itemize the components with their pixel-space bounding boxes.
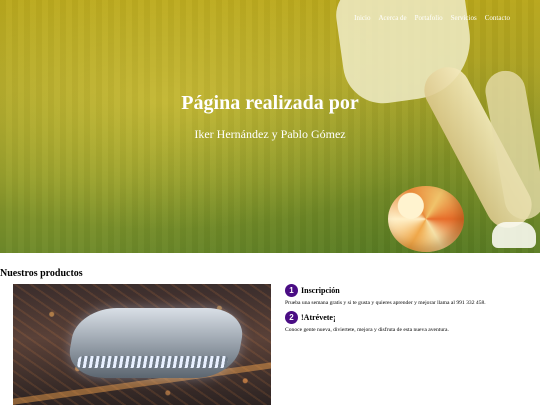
step-description: Prueba una semana gratis y si te gusta y… <box>285 300 486 306</box>
nav-link-contacto[interactable]: Contacto <box>485 14 510 22</box>
step-item: 2 !Atrévete¡ Conoce gente nueva, diviert… <box>285 311 535 333</box>
step-item: 1 Inscripción Prueba una semana gratis y… <box>285 284 535 306</box>
step-title: !Atrévete¡ <box>301 313 336 322</box>
top-navigation: Inicio Acerca de Portafolio Servicios Co… <box>354 14 510 22</box>
hero-title: Página realizada por <box>181 92 359 114</box>
nav-link-servicios[interactable]: Servicios <box>451 14 477 22</box>
stadium-image <box>13 284 271 405</box>
product-steps: 1 Inscripción Prueba una semana gratis y… <box>285 284 535 333</box>
step-number-badge: 2 <box>285 311 298 324</box>
nav-link-portafolio[interactable]: Portafolio <box>415 14 443 22</box>
step-header: 1 Inscripción <box>285 284 535 297</box>
step-description: Conoce gente nueva, diviertete, mejora y… <box>285 327 449 333</box>
step-title: Inscripción <box>301 286 340 295</box>
hero-subtitle: Iker Hernández y Pablo Gómez <box>194 127 346 141</box>
soccer-ball-image <box>388 186 464 252</box>
nav-link-acerca-de[interactable]: Acerca de <box>378 14 406 22</box>
step-header: 2 !Atrévete¡ <box>285 311 535 324</box>
hero-banner: Inicio Acerca de Portafolio Servicios Co… <box>0 0 540 253</box>
step-number-badge: 1 <box>285 284 298 297</box>
products-heading: Nuestros productos <box>0 268 83 279</box>
nav-link-inicio[interactable]: Inicio <box>354 14 370 22</box>
stadium-arena <box>64 308 248 378</box>
player-boot-image <box>492 222 536 248</box>
